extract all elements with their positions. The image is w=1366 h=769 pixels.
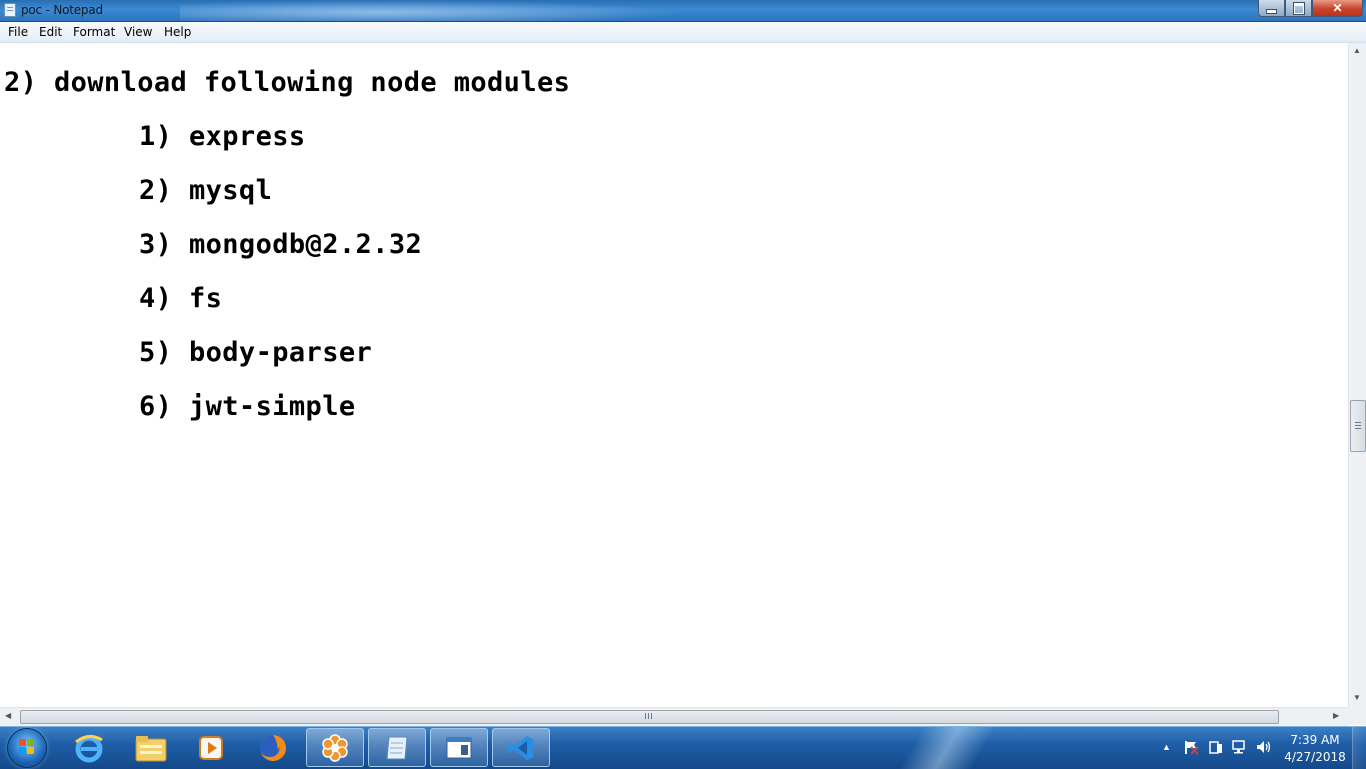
start-button[interactable]	[8, 729, 46, 767]
text-line: 2) mysql	[139, 175, 273, 206]
action-center-flag-icon[interactable]	[1183, 739, 1199, 755]
taskbar-app-window[interactable]	[430, 728, 488, 767]
menu-file[interactable]: File	[8, 25, 28, 39]
volume-icon[interactable]	[1256, 739, 1272, 755]
system-clock[interactable]: 7:39 AM 4/27/2018	[1282, 732, 1348, 766]
menu-view[interactable]: View	[124, 25, 152, 39]
title-bar[interactable]: poc - Notepad ✕	[0, 0, 1366, 22]
notepad-app-icon[interactable]	[4, 3, 16, 17]
media-player-icon	[199, 735, 223, 760]
app-flower-icon	[322, 733, 348, 762]
window-app-icon	[446, 737, 472, 758]
taskbar-app-explorer[interactable]	[122, 728, 180, 767]
file-explorer-icon	[135, 735, 167, 761]
taskbar-app-media[interactable]	[182, 728, 240, 767]
grip-icon	[645, 713, 652, 719]
windows-logo-icon	[19, 739, 35, 755]
taskbar: ▲ 7:39 AM 4/27/2018	[0, 726, 1366, 769]
maximize-button[interactable]	[1285, 0, 1312, 17]
horizontal-scroll-thumb[interactable]	[20, 710, 1279, 724]
menu-help[interactable]: Help	[164, 25, 191, 39]
taskbar-app-notepad[interactable]	[368, 728, 426, 767]
scroll-up-icon[interactable]: ▲	[1353, 46, 1361, 55]
scroll-down-icon[interactable]: ▼	[1353, 693, 1361, 702]
text-line: 6) jwt-simple	[139, 391, 356, 422]
taskbar-app-firefox[interactable]	[244, 728, 302, 767]
taskbar-app-flower[interactable]	[306, 728, 364, 767]
menu-bar: File Edit Format View Help	[0, 22, 1366, 43]
vscode-icon	[508, 735, 533, 760]
text-line: 4) fs	[139, 283, 223, 314]
text-line: 2) download following node modules	[4, 67, 571, 98]
scroll-right-icon[interactable]: ▶	[1333, 711, 1339, 720]
text-line: 1) express	[139, 121, 306, 152]
minimize-button[interactable]	[1258, 0, 1285, 17]
menu-format[interactable]: Format	[73, 25, 115, 39]
network-icon[interactable]	[1232, 739, 1248, 755]
menu-edit[interactable]: Edit	[39, 25, 62, 39]
close-icon: ✕	[1332, 1, 1343, 15]
taskbar-app-ie[interactable]	[60, 728, 118, 767]
horizontal-scrollbar[interactable]: ◀ ▶	[0, 707, 1348, 726]
devices-icon[interactable]	[1208, 739, 1224, 755]
grip-icon	[1355, 422, 1361, 429]
show-desktop-button[interactable]	[1352, 727, 1366, 769]
firefox-icon	[260, 734, 286, 761]
notepad-icon	[386, 736, 408, 759]
size-grip[interactable]	[1348, 707, 1366, 725]
minimize-icon	[1266, 8, 1277, 14]
vertical-scroll-thumb[interactable]	[1350, 400, 1366, 452]
window-title: poc - Notepad	[21, 3, 103, 17]
tray-expand-icon[interactable]: ▲	[1162, 742, 1171, 752]
close-button[interactable]: ✕	[1312, 0, 1363, 17]
text-line: 3) mongodb@2.2.32	[139, 229, 423, 260]
text-line: 5) body-parser	[139, 337, 373, 368]
maximize-icon	[1293, 2, 1304, 14]
clock-date: 4/27/2018	[1284, 750, 1346, 764]
internet-explorer-icon	[75, 734, 103, 762]
clock-time: 7:39 AM	[1290, 733, 1340, 747]
vertical-scrollbar[interactable]: ▲ ▼	[1348, 43, 1366, 707]
scroll-left-icon[interactable]: ◀	[5, 711, 11, 720]
taskbar-app-vscode[interactable]	[492, 728, 550, 767]
text-editor[interactable]: 2) download following node modules 1) ex…	[0, 43, 1348, 707]
